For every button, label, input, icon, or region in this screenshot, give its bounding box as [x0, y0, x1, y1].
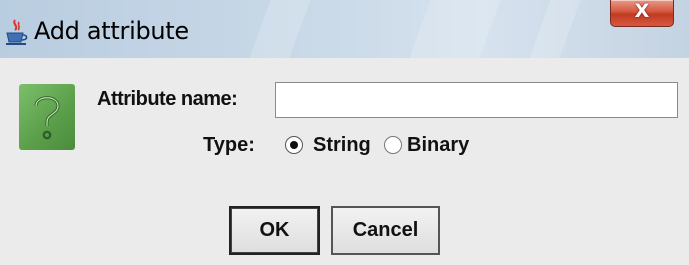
type-string-label[interactable]: String	[313, 134, 371, 157]
titlebar-glass-streak	[529, 0, 581, 58]
add-attribute-dialog: Add attribute X Attribute name: Type: St…	[0, 0, 689, 265]
attribute-name-input[interactable]	[275, 82, 678, 118]
window-title: Add attribute	[34, 17, 189, 45]
close-button[interactable]: X	[610, 0, 674, 27]
type-binary-radio[interactable]	[384, 136, 402, 154]
close-icon: X	[634, 0, 650, 22]
type-string-radio[interactable]	[285, 136, 303, 154]
titlebar-glass-streak	[249, 0, 311, 58]
type-binary-label[interactable]: Binary	[407, 134, 469, 157]
titlebar-glass-streak	[409, 0, 501, 58]
title-bar[interactable]: Add attribute X	[0, 0, 689, 58]
cancel-button[interactable]: Cancel	[331, 206, 440, 255]
java-cup-icon	[6, 19, 28, 45]
dialog-content: Attribute name: Type: String Binary OK C…	[0, 58, 689, 265]
ok-button[interactable]: OK	[229, 206, 320, 255]
question-icon	[19, 84, 75, 150]
attribute-name-label: Attribute name:	[97, 88, 238, 110]
type-label: Type:	[203, 134, 255, 156]
